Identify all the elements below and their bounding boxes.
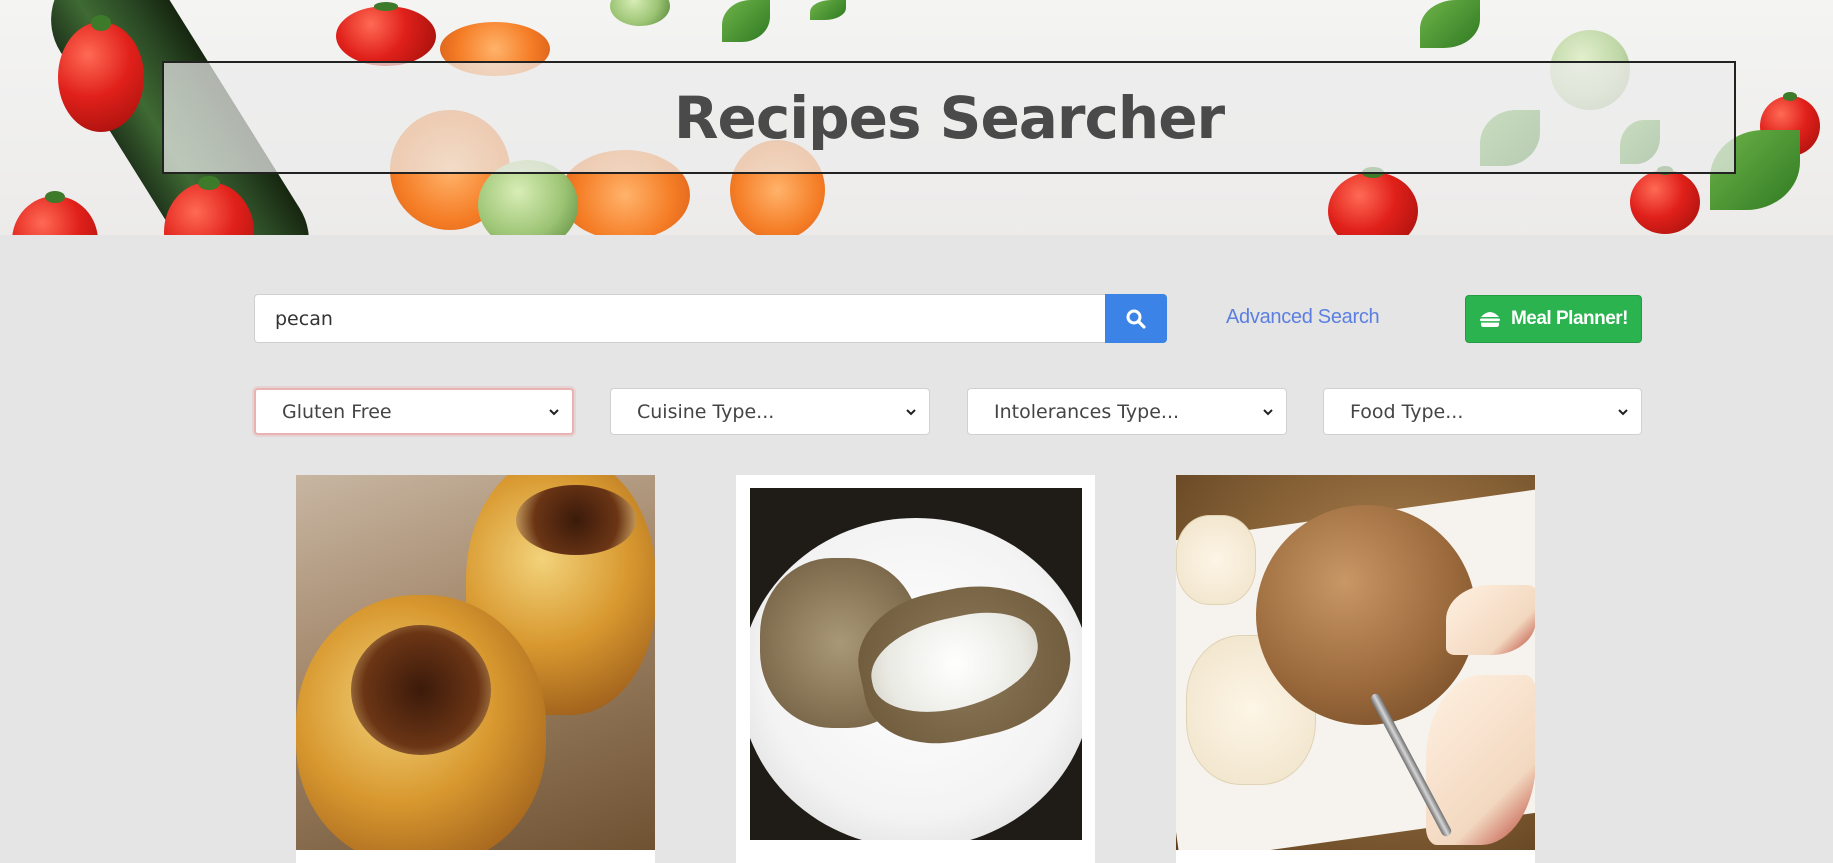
parsley-decoration <box>722 0 770 42</box>
chevron-down-icon <box>1618 408 1628 415</box>
hero-banner: Recipes Searcher <box>0 0 1833 235</box>
recipe-card[interactable] <box>1176 475 1535 863</box>
parsley-decoration <box>810 0 846 20</box>
tomato-decoration <box>1630 166 1700 234</box>
search-bar <box>254 294 1167 343</box>
meal-planner-label: Meal Planner! <box>1510 308 1629 329</box>
diet-select[interactable]: Gluten Free <box>254 388 574 435</box>
title-box: Recipes Searcher <box>162 61 1736 174</box>
page-title: Recipes Searcher <box>673 83 1225 152</box>
cuisine-select[interactable]: Cuisine Type... <box>610 388 930 435</box>
apple-filling <box>516 485 636 555</box>
cracker <box>1176 515 1256 605</box>
tomato-decoration <box>1328 167 1418 235</box>
recipe-image[interactable] <box>1176 475 1535 850</box>
tomato-decoration <box>58 15 144 132</box>
apple-filling <box>351 625 491 755</box>
food-type-select[interactable]: Food Type... <box>1323 388 1642 435</box>
tomato-decoration <box>12 190 98 235</box>
burger-icon <box>1479 312 1500 327</box>
apple-slice <box>1446 585 1535 655</box>
cheese-ball <box>1256 505 1476 725</box>
sprout-decoration <box>610 0 670 26</box>
intolerances-select-value: Intolerances Type... <box>994 400 1180 423</box>
search-icon <box>1126 309 1146 329</box>
meal-planner-button[interactable]: Meal Planner! <box>1465 295 1642 343</box>
search-button[interactable] <box>1105 294 1167 343</box>
chevron-down-icon <box>906 408 916 415</box>
intolerances-select[interactable]: Intolerances Type... <box>967 388 1287 435</box>
tomato-decoration <box>336 2 436 66</box>
recipe-card[interactable] <box>736 475 1095 863</box>
recipe-image[interactable] <box>296 475 655 850</box>
chevron-down-icon <box>549 408 559 415</box>
recipe-card[interactable] <box>296 475 655 863</box>
food-type-select-value: Food Type... <box>1350 400 1464 423</box>
cuisine-select-value: Cuisine Type... <box>637 400 775 423</box>
diet-select-value: Gluten Free <box>282 400 392 423</box>
recipe-image[interactable] <box>750 488 1082 840</box>
advanced-search-link[interactable]: Advanced Search <box>1226 306 1380 329</box>
search-input[interactable] <box>254 294 1105 343</box>
basil-decoration <box>1420 0 1480 48</box>
chevron-down-icon <box>1263 408 1273 415</box>
